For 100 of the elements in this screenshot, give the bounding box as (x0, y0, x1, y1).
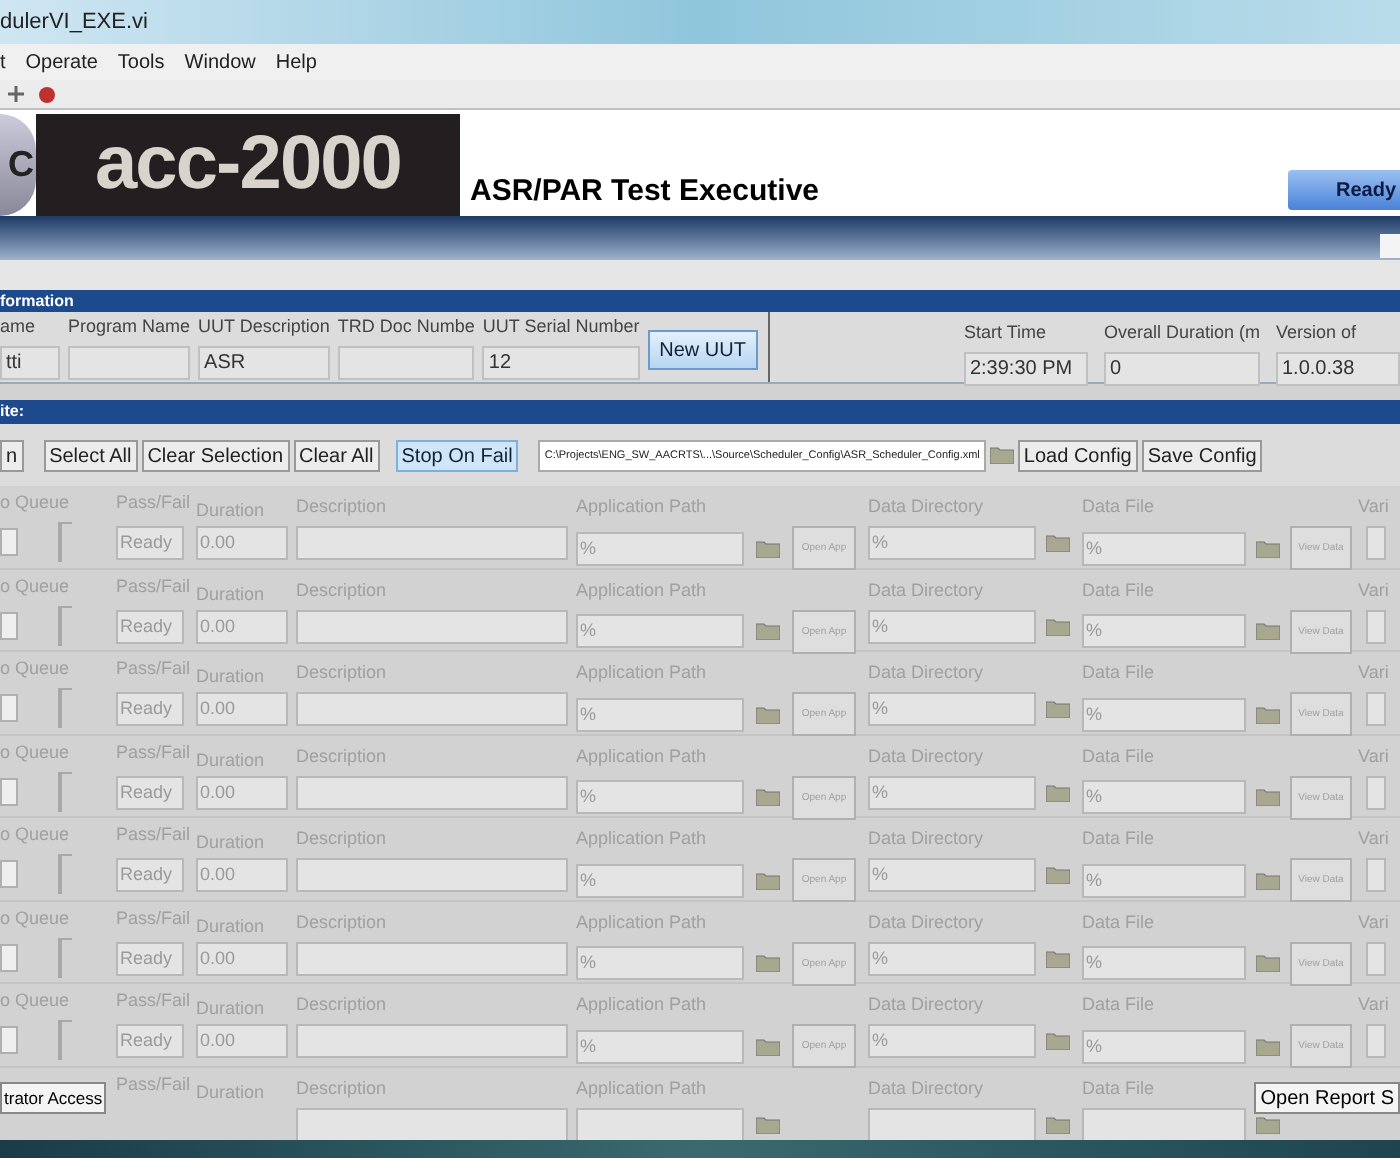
toolbar-button[interactable]: Select All (43, 439, 138, 471)
toolbar-button[interactable]: Clear All (293, 439, 380, 471)
duration-field[interactable]: 0.00 (196, 858, 288, 892)
folder-icon[interactable] (756, 705, 780, 723)
path-field[interactable]: % (868, 1024, 1036, 1058)
text-field[interactable]: 2:39:30 PM (963, 352, 1088, 386)
checkbox[interactable] (0, 694, 18, 722)
path-field[interactable]: % (576, 946, 744, 980)
duration-field[interactable]: 0.00 (196, 526, 288, 560)
text-field[interactable]: 12 (482, 346, 640, 380)
path-field[interactable]: % (576, 697, 744, 731)
folder-icon[interactable] (1046, 617, 1070, 635)
menu-item[interactable]: Window (184, 47, 256, 77)
path-field[interactable]: % (576, 863, 744, 897)
menu-item[interactable]: Tools (117, 47, 165, 77)
text-field[interactable] (1366, 692, 1386, 726)
checkbox[interactable] (0, 943, 18, 971)
path-field[interactable]: % (1082, 946, 1246, 980)
path-field[interactable]: % (868, 692, 1036, 726)
new-uut-button[interactable]: New UUT (647, 330, 758, 370)
checkbox[interactable] (0, 777, 18, 805)
status-field[interactable]: Ready (116, 609, 184, 643)
description-field[interactable] (296, 609, 568, 643)
duration-field[interactable]: 0.00 (196, 692, 288, 726)
folder-icon[interactable] (1046, 949, 1070, 967)
duration-field[interactable]: 0.00 (196, 609, 288, 643)
toolbar-button[interactable]: n (0, 439, 24, 471)
folder-icon[interactable] (1046, 866, 1070, 884)
folder-icon[interactable] (756, 954, 780, 972)
text-field[interactable] (1366, 609, 1386, 643)
duration-field[interactable]: 0.00 (196, 941, 288, 975)
text-field[interactable] (68, 346, 191, 380)
text-field[interactable] (1366, 775, 1386, 809)
save-config-button[interactable]: Save Config (1141, 439, 1263, 471)
text-field[interactable] (1366, 526, 1386, 560)
text-field[interactable]: tti (0, 346, 60, 380)
path-field[interactable]: % (868, 941, 1036, 975)
stop-icon[interactable] (38, 85, 56, 103)
path-field[interactable]: % (868, 775, 1036, 809)
path-field[interactable] (576, 1107, 744, 1140)
folder-icon[interactable] (1046, 1115, 1070, 1133)
menu-item[interactable]: t (0, 47, 6, 77)
path-field[interactable]: % (1082, 697, 1246, 731)
status-field[interactable]: Ready (116, 692, 184, 726)
folder-icon[interactable] (1256, 871, 1280, 889)
text-field[interactable]: ASR (198, 346, 330, 380)
status-button[interactable]: Ready (1288, 170, 1400, 210)
folder-icon[interactable] (1256, 705, 1280, 723)
description-field[interactable] (296, 858, 568, 892)
menu-item[interactable]: Operate (25, 47, 98, 77)
folder-icon[interactable] (1256, 622, 1280, 640)
text-field[interactable] (1366, 858, 1386, 892)
checkbox[interactable] (0, 611, 18, 639)
path-field[interactable]: % (1082, 780, 1246, 814)
description-field[interactable] (296, 1107, 568, 1140)
folder-icon[interactable] (756, 1037, 780, 1055)
folder-icon[interactable] (756, 539, 780, 557)
folder-icon[interactable] (1256, 954, 1280, 972)
folder-icon[interactable] (1256, 788, 1280, 806)
status-field[interactable]: Ready (116, 526, 184, 560)
toolbar-button[interactable]: Stop On Fail (395, 439, 519, 471)
description-field[interactable] (296, 775, 568, 809)
menu-item[interactable]: Help (275, 47, 317, 77)
path-field[interactable]: % (868, 526, 1036, 560)
folder-icon[interactable] (1046, 1032, 1070, 1050)
path-field[interactable] (1082, 1107, 1246, 1140)
folder-icon[interactable] (1046, 534, 1070, 552)
text-field[interactable]: 1.0.0.38 (1276, 352, 1400, 386)
folder-icon[interactable] (756, 1115, 780, 1133)
checkbox[interactable] (0, 528, 18, 556)
description-field[interactable] (296, 526, 568, 560)
small-button[interactable] (1380, 234, 1400, 258)
toolbar-button[interactable]: Clear Selection (141, 439, 290, 471)
folder-icon[interactable] (1256, 1037, 1280, 1055)
folder-icon[interactable] (756, 871, 780, 889)
text-field[interactable] (1366, 1024, 1386, 1058)
duration-field[interactable]: 0.00 (196, 1024, 288, 1058)
checkbox[interactable] (0, 1026, 18, 1054)
folder-icon[interactable] (1046, 783, 1070, 801)
path-field[interactable]: % (576, 531, 744, 565)
folder-icon[interactable] (1046, 700, 1070, 718)
path-field[interactable]: % (868, 609, 1036, 643)
description-field[interactable] (296, 941, 568, 975)
path-field[interactable]: % (1082, 1029, 1246, 1063)
folder-icon[interactable] (989, 446, 1014, 464)
status-field[interactable]: Ready (116, 941, 184, 975)
text-field[interactable] (1366, 941, 1386, 975)
folder-icon[interactable] (756, 622, 780, 640)
text-field[interactable]: 0 (1103, 352, 1260, 386)
status-field[interactable]: Ready (116, 858, 184, 892)
path-field[interactable]: % (576, 1029, 744, 1063)
description-field[interactable] (296, 1024, 568, 1058)
status-field[interactable]: Ready (116, 1024, 184, 1058)
path-field[interactable]: % (1082, 614, 1246, 648)
path-field[interactable]: % (576, 614, 744, 648)
path-field[interactable] (868, 1107, 1036, 1140)
path-field[interactable]: % (576, 780, 744, 814)
duration-field[interactable]: 0.00 (196, 775, 288, 809)
folder-icon[interactable] (756, 788, 780, 806)
text-field[interactable] (337, 346, 475, 380)
